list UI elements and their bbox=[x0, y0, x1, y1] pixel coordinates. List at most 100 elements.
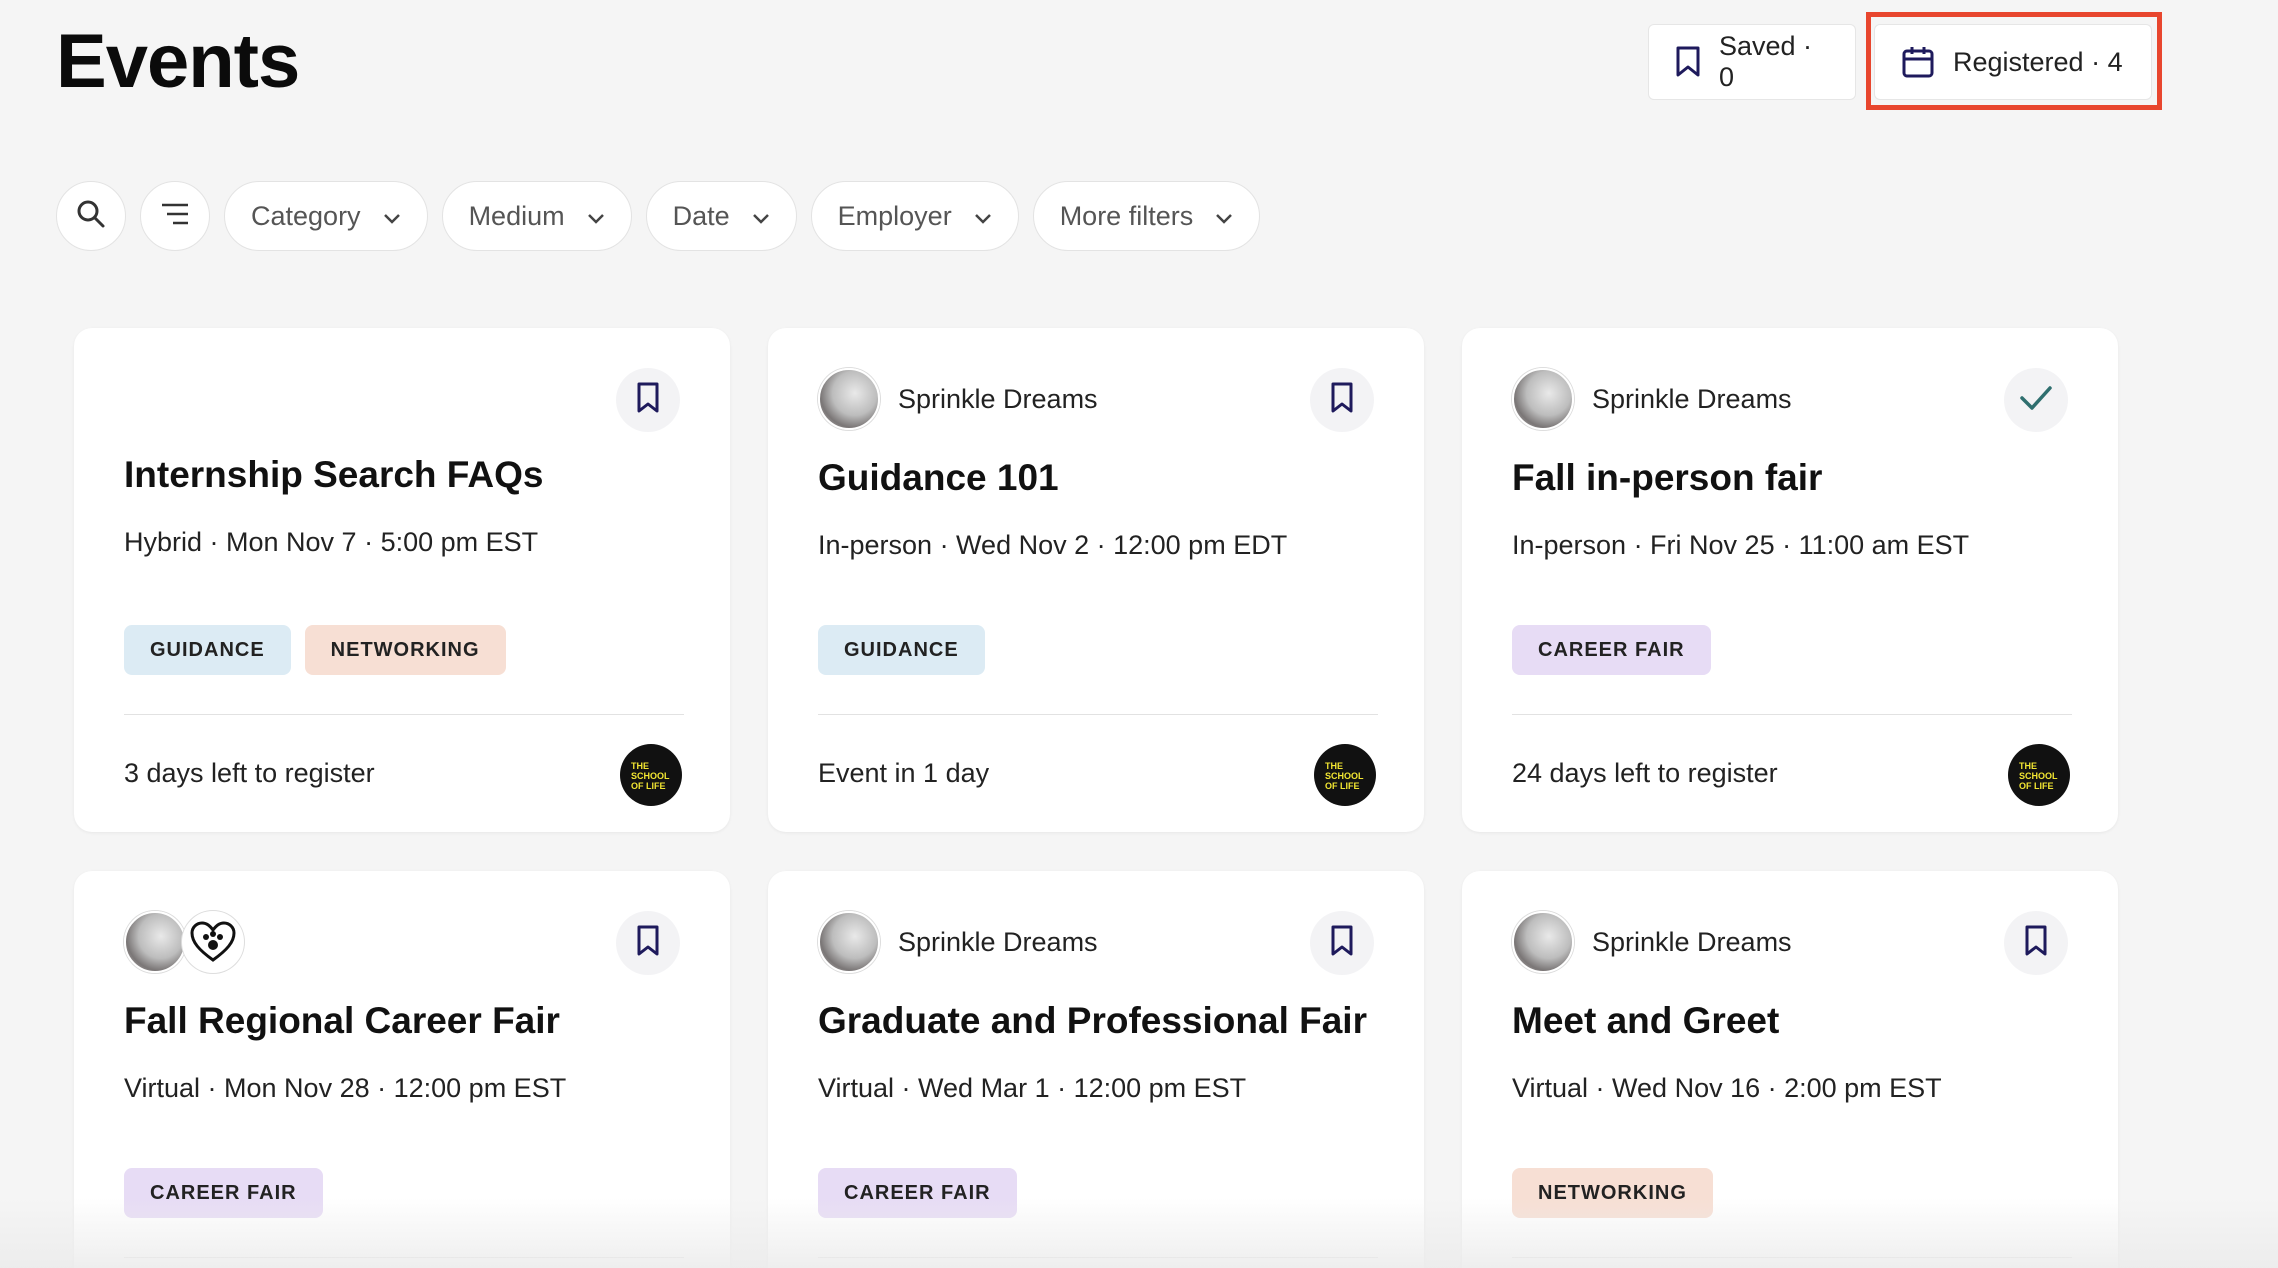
bookmark-icon bbox=[1330, 925, 1354, 962]
tag-badge: CAREER FAIR bbox=[1512, 625, 1711, 675]
avatar bbox=[1512, 368, 1574, 430]
event-meta: Virtual · Wed Mar 1 · 12:00 pm EST bbox=[818, 1073, 1247, 1103]
organizer: Sprinkle Dreams bbox=[1512, 911, 1792, 973]
filter-label: Date bbox=[672, 200, 730, 231]
school-logo: THE SCHOOL OF LIFE bbox=[620, 744, 682, 806]
filter-category[interactable]: Category bbox=[224, 181, 428, 251]
bookmark-icon bbox=[1675, 46, 1701, 78]
event-card[interactable]: Sprinkle Dreams Graduate and Professiona… bbox=[768, 871, 1424, 1268]
tag-list: CAREER FAIR bbox=[818, 1168, 1017, 1218]
chevron-down-icon bbox=[1215, 201, 1233, 232]
tag-badge: GUIDANCE bbox=[818, 625, 985, 675]
bookmark-icon bbox=[1330, 382, 1354, 419]
organizer-name: Sprinkle Dreams bbox=[898, 383, 1098, 414]
bookmark-icon bbox=[636, 382, 660, 419]
svg-text:OF LIFE: OF LIFE bbox=[2019, 781, 2054, 790]
filter-label: Medium bbox=[468, 200, 565, 231]
tag-list: GUIDANCE bbox=[818, 625, 985, 675]
event-title[interactable]: Guidance 101 bbox=[818, 457, 1059, 499]
chevron-down-icon bbox=[974, 201, 992, 232]
event-title[interactable]: Fall in-person fair bbox=[1512, 457, 1822, 499]
bookmark-button[interactable] bbox=[1310, 368, 1374, 432]
event-meta: Virtual · Mon Nov 28 · 12:00 pm EST bbox=[124, 1073, 567, 1103]
search-icon bbox=[76, 199, 106, 234]
avatar bbox=[1512, 911, 1574, 973]
registered-button[interactable]: Registered · 4 bbox=[1874, 24, 2152, 100]
page-title: Events bbox=[56, 19, 300, 104]
avatar bbox=[124, 911, 186, 973]
filter-date[interactable]: Date bbox=[645, 181, 797, 251]
svg-text:SCHOOL: SCHOOL bbox=[2019, 771, 2058, 781]
saved-label: Saved · 0 bbox=[1719, 31, 1813, 92]
organizer: Sprinkle Dreams bbox=[818, 911, 1098, 973]
paw-heart-icon bbox=[182, 911, 244, 973]
divider bbox=[1512, 714, 2072, 715]
filter-bar: Category Medium Date Employer More filte… bbox=[56, 181, 1261, 251]
filter-label: Category bbox=[251, 200, 361, 231]
sort-button[interactable] bbox=[140, 181, 210, 251]
organizer: Sprinkle Dreams bbox=[818, 368, 1098, 430]
divider bbox=[818, 714, 1378, 715]
avatar bbox=[818, 368, 880, 430]
organizer bbox=[124, 911, 244, 973]
divider bbox=[124, 1257, 684, 1258]
registered-check-button[interactable] bbox=[2004, 368, 2068, 432]
chevron-down-icon bbox=[752, 201, 770, 232]
event-card[interactable]: Sprinkle Dreams Meet and Greet Virtual ·… bbox=[1462, 871, 2118, 1268]
school-logo: THE SCHOOL OF LIFE bbox=[2008, 744, 2070, 806]
events-page: Events Saved · 0 Registered · 4 Category bbox=[0, 0, 2278, 1268]
organizer: Sprinkle Dreams bbox=[1512, 368, 1792, 430]
bookmark-button[interactable] bbox=[616, 368, 680, 432]
bookmark-button[interactable] bbox=[2004, 911, 2068, 975]
search-button[interactable] bbox=[56, 181, 126, 251]
avatar bbox=[818, 911, 880, 973]
chevron-down-icon bbox=[587, 201, 605, 232]
tag-badge: NETWORKING bbox=[1512, 1168, 1713, 1218]
organizer-name: Sprinkle Dreams bbox=[898, 926, 1098, 957]
organizer-name: Sprinkle Dreams bbox=[1592, 383, 1792, 414]
saved-button[interactable]: Saved · 0 bbox=[1648, 24, 1856, 100]
event-card[interactable]: Fall Regional Career Fair Virtual · Mon … bbox=[74, 871, 730, 1268]
bookmark-button[interactable] bbox=[1310, 911, 1374, 975]
svg-text:OF LIFE: OF LIFE bbox=[631, 781, 666, 790]
tag-list: GUIDANCE NETWORKING bbox=[124, 625, 506, 675]
calendar-icon bbox=[1901, 45, 1935, 79]
event-title[interactable]: Fall Regional Career Fair bbox=[124, 1000, 560, 1042]
event-card[interactable]: Sprinkle Dreams Fall in-person fair In-p… bbox=[1462, 328, 2118, 832]
tag-list: NETWORKING bbox=[1512, 1168, 1713, 1218]
event-card[interactable]: Sprinkle Dreams Guidance 101 In-person ·… bbox=[768, 328, 1424, 832]
registration-status: 3 days left to register bbox=[124, 758, 375, 788]
filter-medium[interactable]: Medium bbox=[441, 181, 632, 251]
svg-text:THE: THE bbox=[2019, 761, 2037, 771]
divider bbox=[1512, 1257, 2072, 1258]
sort-lines-icon bbox=[160, 202, 190, 231]
event-title[interactable]: Graduate and Professional Fair bbox=[818, 1000, 1367, 1042]
organizer-name: Sprinkle Dreams bbox=[1592, 926, 1792, 957]
tag-list: CAREER FAIR bbox=[1512, 625, 1711, 675]
filter-employer[interactable]: Employer bbox=[810, 181, 1019, 251]
event-meta: Hybrid · Mon Nov 7 · 5:00 pm EST bbox=[124, 527, 539, 557]
tag-badge: CAREER FAIR bbox=[124, 1168, 323, 1218]
divider bbox=[124, 714, 684, 715]
event-title[interactable]: Meet and Greet bbox=[1512, 1000, 1779, 1042]
event-meta: Virtual · Wed Nov 16 · 2:00 pm EST bbox=[1512, 1073, 1942, 1103]
bookmark-button[interactable] bbox=[616, 911, 680, 975]
check-icon bbox=[2019, 385, 2053, 416]
registration-status: 24 days left to register bbox=[1512, 758, 1778, 788]
tag-list: CAREER FAIR bbox=[124, 1168, 323, 1218]
bookmark-icon bbox=[2024, 925, 2048, 962]
filter-label: Employer bbox=[837, 200, 952, 231]
filter-more[interactable]: More filters bbox=[1032, 181, 1261, 251]
chevron-down-icon bbox=[383, 201, 401, 232]
svg-text:OF LIFE: OF LIFE bbox=[1325, 781, 1360, 790]
divider bbox=[818, 1257, 1378, 1258]
event-card[interactable]: Internship Search FAQs Hybrid · Mon Nov … bbox=[74, 328, 730, 832]
filter-label: More filters bbox=[1059, 200, 1194, 231]
bookmark-icon bbox=[636, 925, 660, 962]
tag-badge: NETWORKING bbox=[304, 625, 506, 675]
registered-label: Registered · 4 bbox=[1953, 46, 2123, 77]
tag-badge: GUIDANCE bbox=[124, 625, 291, 675]
event-title[interactable]: Internship Search FAQs bbox=[124, 454, 543, 496]
registration-status: Event in 1 day bbox=[818, 758, 990, 788]
school-logo: THE SCHOOL OF LIFE bbox=[1314, 744, 1376, 806]
